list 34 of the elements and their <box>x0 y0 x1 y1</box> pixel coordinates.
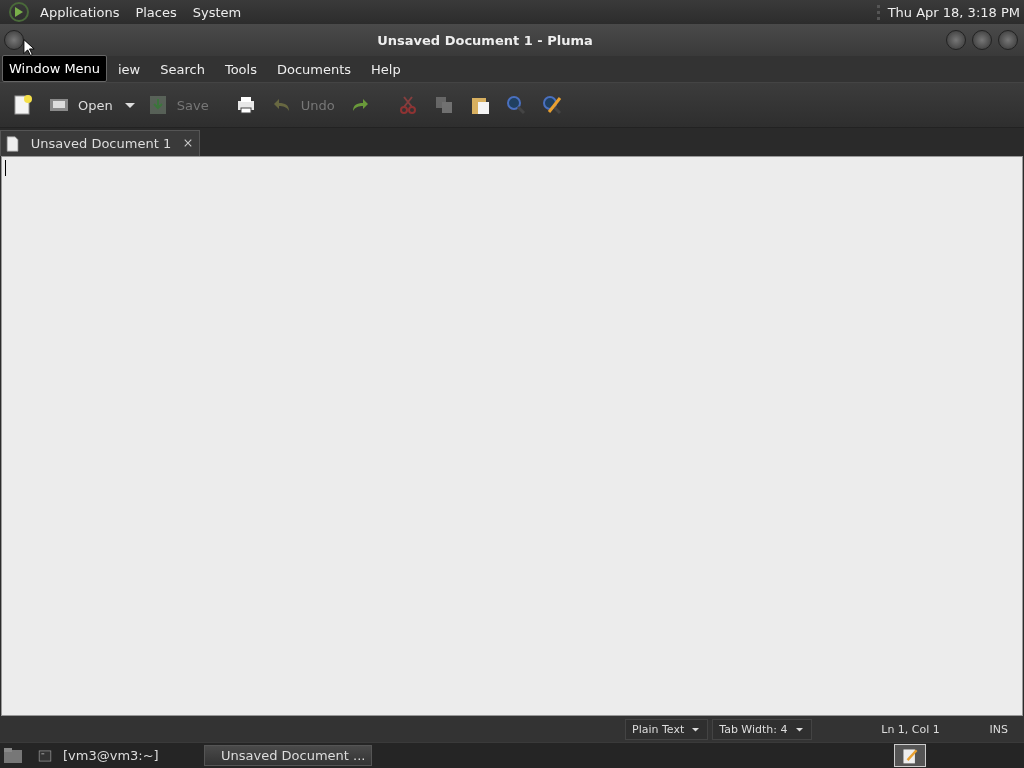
window-menu-button[interactable] <box>4 30 24 50</box>
notepad-pencil-icon <box>901 746 919 765</box>
search-icon <box>504 94 527 116</box>
open-button[interactable]: Open <box>44 90 117 120</box>
menu-item[interactable]: Tools <box>216 59 265 79</box>
new-document-icon <box>12 94 34 116</box>
menu-item[interactable]: Documents <box>268 59 360 79</box>
document-icon <box>5 134 21 153</box>
menu-item[interactable]: Search <box>152 59 213 79</box>
maximize-button[interactable] <box>972 30 992 50</box>
tab-label: Unsaved Document 1 <box>30 136 172 151</box>
taskbar-button[interactable]: [vm3@vm3:~] <box>30 745 198 766</box>
language-dropdown[interactable]: Plain Text <box>625 718 709 740</box>
terminal-icon <box>37 747 53 764</box>
search-pencil-icon <box>540 94 563 116</box>
applications-logo-icon <box>8 1 30 23</box>
panel-menu[interactable]: System <box>186 2 248 22</box>
window-title: Unsaved Document 1 - Pluma <box>376 32 594 48</box>
menu-item[interactable]: iew <box>110 59 149 79</box>
tab-width-dropdown[interactable]: Tab Width: 4 <box>712 718 812 740</box>
text-cursor <box>5 160 6 176</box>
menu-item[interactable]: Help <box>363 59 409 79</box>
cursor-position: Ln 1, Col 1 <box>880 722 941 736</box>
panel-menu[interactable]: Applications <box>34 2 126 22</box>
mouse-pointer-icon <box>23 38 36 58</box>
minimize-button[interactable] <box>946 30 966 50</box>
clock[interactable]: Thu Apr 18, 3:18 PM <box>876 4 1020 20</box>
tooltip: Window Menu <box>2 55 108 82</box>
insert-mode: INS <box>989 722 1008 736</box>
close-button[interactable] <box>998 30 1018 50</box>
document-tab[interactable]: Unsaved Document 1 <box>0 130 200 156</box>
taskbar-button[interactable]: Unsaved Document ... <box>204 745 372 766</box>
panel-menu[interactable]: Places <box>129 2 183 22</box>
tray-button[interactable] <box>894 744 926 767</box>
